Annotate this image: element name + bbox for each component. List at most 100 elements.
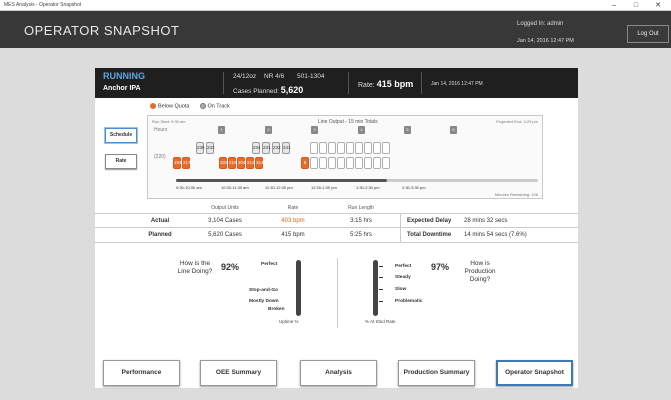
cases-planned-label: Cases Planned: <box>233 88 279 95</box>
gauge-level-perfect: Perfect <box>395 264 411 269</box>
chart-title: Line Output - 15 min Totals <box>318 119 378 125</box>
header-output: Output Units <box>195 203 255 213</box>
divider <box>348 72 349 94</box>
row-label: Actual <box>135 214 185 229</box>
time-range-label: 9:30-10:30 am <box>176 185 202 190</box>
logged-in-label: Logged In: admin <box>517 21 563 27</box>
rate-gauge <box>373 260 378 316</box>
interval-cell-empty <box>355 142 363 154</box>
interval-cell-below-quota: 194 <box>173 157 181 169</box>
divider <box>337 258 338 328</box>
rate-label: Rate: <box>358 82 375 89</box>
schedule-button[interactable]: Schedule <box>105 128 137 143</box>
page-title: OPERATOR SNAPSHOT <box>24 23 179 38</box>
divider <box>421 72 422 94</box>
divider <box>400 213 401 243</box>
rate-button[interactable]: Rate <box>105 154 137 169</box>
interval-cell-empty <box>328 157 336 169</box>
side-buttons: Schedule Rate <box>105 128 137 180</box>
rate-gauge-label: % At Stnd Rate <box>365 319 396 324</box>
gauge-level-mostly-down: Mostly Down <box>249 299 279 304</box>
line-question: How is the Line Doing? <box>175 260 215 276</box>
rate-cell: 415 bpm <box>263 228 323 243</box>
header-rate: Rate <box>263 203 323 213</box>
gauge-level-broken: Broken <box>268 307 285 312</box>
interval-cell-below-quota: 214 <box>255 157 263 169</box>
tick <box>379 266 383 267</box>
metric-label: Expected Delay <box>407 214 451 229</box>
output-cell: 5,620 Cases <box>195 228 255 243</box>
interval-cell-on-track: 231 <box>262 142 270 154</box>
status-datetime: Jan 14, 2016 12:47 PM <box>431 81 483 87</box>
gauge-level-stop-and-go: Stop-and-Go <box>249 288 278 293</box>
hour-marker: 3 <box>311 126 318 134</box>
maximize-icon[interactable]: □ <box>625 0 647 11</box>
interval-cell-below-quota: 8 <box>301 157 309 169</box>
interval-cell-on-track: 236 <box>196 142 204 154</box>
package-label: 24/12oz <box>233 73 256 80</box>
row-label: Planned <box>135 228 185 243</box>
time-range-label: 11:30-12:30 pm <box>265 185 293 190</box>
projected-end: Projected End: 3:29 pm <box>496 119 538 124</box>
run-start: Run Start: 9:30 am <box>152 119 186 124</box>
orange-dot-icon <box>150 103 156 109</box>
run-length-cell: 5:25 hrs <box>331 228 391 243</box>
run-length-cell: 3:15 hrs <box>331 214 391 229</box>
time-range-label: 10:30-11:30 am <box>221 185 249 190</box>
close-icon[interactable]: ✕ <box>647 0 669 11</box>
status-bar: RUNNING Anchor IPA 24/12oz NR 4/6 501-13… <box>95 68 578 98</box>
time-range-label: 12:30-1:30 pm <box>311 185 337 190</box>
hour-marker: 6 <box>450 126 457 134</box>
header-datetime: Jan 14, 2016 12:47 PM <box>517 38 574 44</box>
main-area: RUNNING Anchor IPA 24/12oz NR 4/6 501-13… <box>0 48 671 400</box>
interval-cell-empty <box>319 142 327 154</box>
minimize-icon[interactable]: – <box>603 0 625 11</box>
product-name: Anchor IPA <box>103 85 141 92</box>
line-label: NR 4/6 <box>264 73 284 80</box>
time-range-label: 1:30-2:30 pm <box>356 185 380 190</box>
line-state: RUNNING <box>103 71 145 81</box>
uptime-label: Uptime % <box>279 319 299 324</box>
nav-analysis[interactable]: Analysis <box>300 360 377 386</box>
interval-cell-below-quota: 203 <box>219 157 227 169</box>
interval-cell-empty <box>382 157 390 169</box>
interval-cell-empty <box>310 157 318 169</box>
interval-cell-empty <box>337 157 345 169</box>
cases-planned-value: 5,620 <box>281 85 304 95</box>
gauge-level-steady: Steady <box>395 275 411 280</box>
legend-below-quota: Below Quota <box>150 103 190 109</box>
nav-production-summary[interactable]: Production Summary <box>398 360 475 386</box>
interval-cell-empty <box>337 142 345 154</box>
interval-cell-empty <box>355 157 363 169</box>
gauge-level-slow: Slow <box>395 287 406 292</box>
window-titlebar: MES Analysis - Operator Snapshot – □ ✕ <box>0 0 671 11</box>
nav-performance[interactable]: Performance <box>103 360 180 386</box>
legend-on-track: On Track <box>200 103 230 109</box>
interval-cell-below-quota: 213 <box>246 157 254 169</box>
rate-percent: 97% <box>431 262 449 272</box>
nav-operator-snapshot[interactable]: Operator Snapshot <box>496 360 573 386</box>
hour-marker: 1 <box>218 126 225 134</box>
interval-cell-below-quota: 204 <box>237 157 245 169</box>
hour-marker: 5 <box>404 126 411 134</box>
tick <box>379 301 383 302</box>
logout-button[interactable]: Log Out <box>627 25 669 43</box>
gauges-area: How is the Line Doing? 92% Perfect Stop-… <box>95 258 578 338</box>
progress-timeline <box>176 179 538 182</box>
interval-cell-on-track: 232 <box>272 142 280 154</box>
tick <box>379 289 383 290</box>
hour-marker: 4 <box>358 126 365 134</box>
header-run-length: Run Length <box>331 203 391 213</box>
divider <box>223 72 224 94</box>
interval-cell-empty <box>328 142 336 154</box>
interval-cell-below-quota: 217 <box>182 157 190 169</box>
rate-value: 415 bpm <box>377 79 414 89</box>
interval-cell-empty <box>364 142 372 154</box>
interval-cell-on-track: 234 <box>252 142 260 154</box>
gauge-level-perfect: Perfect <box>261 262 277 267</box>
nav-oee-summary[interactable]: OEE Summary <box>200 360 277 386</box>
hours-label: Hours <box>154 127 167 133</box>
gauge-level-problematic: Problematic <box>395 299 422 304</box>
uptime-percent: 92% <box>221 262 239 272</box>
order-label: 501-1304 <box>297 73 324 80</box>
